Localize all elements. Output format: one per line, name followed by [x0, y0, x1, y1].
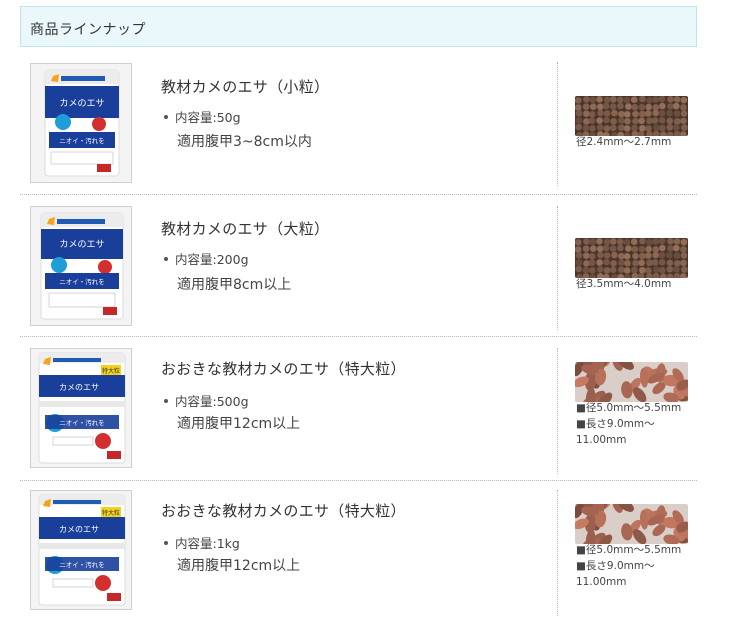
usage-text: 適用腹甲8cm以上	[177, 277, 292, 293]
lineup-header: 商品ラインナップ	[20, 6, 697, 47]
svg-text:ニオイ・汚れを: ニオイ・汚れを	[59, 561, 105, 569]
row-divider	[20, 480, 697, 481]
capacity-item: 内容量:500g	[164, 391, 249, 410]
product-row: カメのエサ ニオイ・汚れを 教材カメのエサ（大粒） 内容量:200g 適用腹甲8…	[20, 204, 697, 342]
capacity-text: 内容量:50g	[175, 110, 241, 125]
svg-text:特大粒: 特大粒	[102, 509, 120, 517]
page-title: 商品ラインナップ	[30, 22, 146, 38]
column-divider	[557, 490, 558, 616]
pellet-size-line: ■長さ9.0mm～	[576, 418, 655, 430]
bullet-icon	[164, 540, 168, 545]
pellet-size-line: ■径5.0mm～5.5mm	[576, 544, 682, 556]
product-package-image[interactable]: カメのエサ ニオイ・汚れを	[30, 206, 132, 326]
product-name: 教材カメのエサ（大粒）	[161, 220, 330, 238]
svg-text:ニオイ・汚れを: ニオイ・汚れを	[59, 137, 105, 145]
usage-text: 適用腹甲3~8cm以内	[177, 134, 312, 150]
pellet-size-line: 径3.5mm～4.0mm	[576, 278, 672, 290]
svg-text:カメのエサ: カメのエサ	[59, 239, 104, 250]
svg-text:カメのエサ: カメのエサ	[59, 98, 104, 109]
capacity-text: 内容量:200g	[175, 252, 249, 267]
row-divider	[20, 194, 697, 195]
product-row: カメのエサ ニオイ・汚れを 教材カメのエサ（小粒） 内容量:50g 適用腹甲3~…	[20, 60, 697, 198]
pellet-photo	[575, 238, 688, 278]
pellet-size: 径3.5mm～4.0mm	[576, 276, 671, 292]
pellet-size-line: ■長さ9.0mm～	[576, 560, 655, 572]
usage-text: 適用腹甲12cm以上	[177, 558, 301, 574]
usage-text: 適用腹甲12cm以上	[177, 416, 301, 432]
svg-text:カメのエサ: カメのエサ	[59, 525, 99, 534]
product-name: おおきな教材カメのエサ（特大粒）	[161, 360, 406, 378]
pellet-size-line: 11.00mm	[576, 576, 627, 588]
product-row: 特大粒 カメのエサ ニオイ・汚れを おおきな教材カメのエサ（特大粒） 内容量:5…	[20, 344, 697, 484]
capacity-text: 内容量:500g	[175, 394, 249, 409]
pellet-size-line: 径2.4mm～2.7mm	[576, 136, 672, 148]
pellet-photo	[575, 96, 688, 136]
pellet-size-line: 11.00mm	[576, 434, 627, 446]
column-divider	[557, 62, 558, 186]
column-divider	[557, 348, 558, 474]
bullet-icon	[164, 256, 168, 261]
svg-text:カメのエサ: カメのエサ	[59, 383, 99, 392]
svg-text:特大粒: 特大粒	[102, 367, 120, 375]
column-divider	[557, 206, 558, 330]
product-name: 教材カメのエサ（小粒）	[161, 78, 330, 96]
bullet-icon	[164, 398, 168, 403]
product-row: 特大粒 カメのエサ ニオイ・汚れを おおきな教材カメのエサ（特大粒） 内容量:1…	[20, 486, 697, 626]
capacity-item: 内容量:50g	[164, 107, 241, 126]
svg-text:ニオイ・汚れを: ニオイ・汚れを	[59, 278, 105, 286]
pellet-size: ■径5.0mm～5.5mm ■長さ9.0mm～ 11.00mm	[576, 542, 681, 590]
pellet-photo	[575, 362, 688, 402]
pellet-size: ■径5.0mm～5.5mm ■長さ9.0mm～ 11.00mm	[576, 400, 681, 448]
capacity-item: 内容量:200g	[164, 249, 249, 268]
svg-text:ニオイ・汚れを: ニオイ・汚れを	[59, 419, 105, 427]
capacity-item: 内容量:1kg	[164, 533, 240, 552]
product-package-image[interactable]: カメのエサ ニオイ・汚れを	[30, 63, 132, 183]
pellet-photo	[575, 504, 688, 544]
pellet-size-line: ■径5.0mm～5.5mm	[576, 402, 682, 414]
product-package-image[interactable]: 特大粒 カメのエサ ニオイ・汚れを	[30, 490, 132, 610]
pellet-size: 径2.4mm～2.7mm	[576, 134, 671, 150]
bullet-icon	[164, 114, 168, 119]
row-divider	[20, 336, 697, 337]
product-package-image[interactable]: 特大粒 カメのエサ ニオイ・汚れを	[30, 348, 132, 468]
capacity-text: 内容量:1kg	[175, 536, 240, 551]
product-name: おおきな教材カメのエサ（特大粒）	[161, 502, 406, 520]
